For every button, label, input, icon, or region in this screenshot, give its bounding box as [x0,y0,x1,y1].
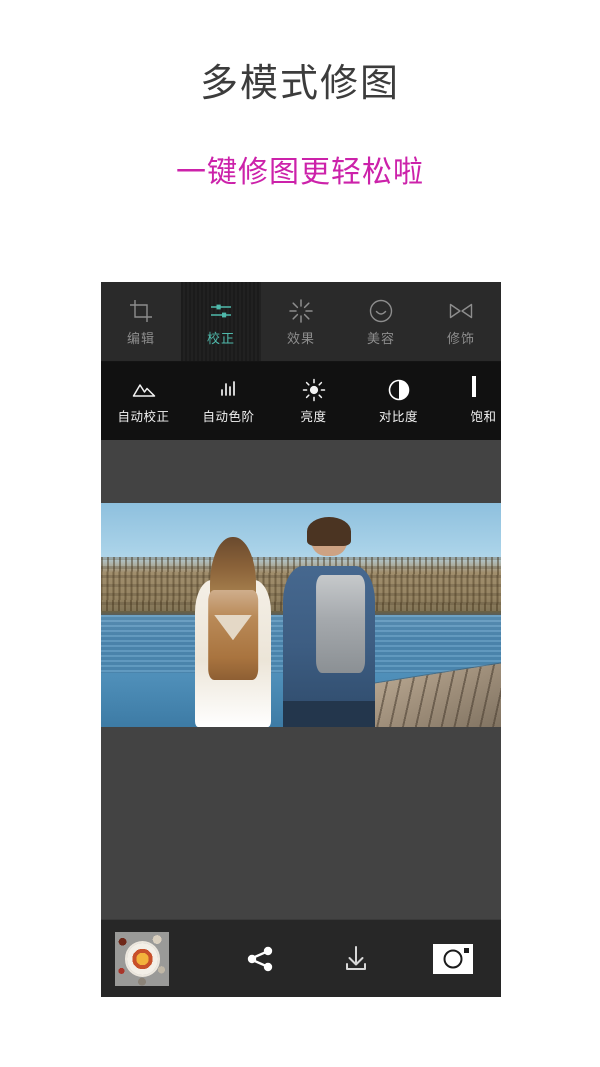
tab-adjust[interactable]: 校正 [181,282,261,361]
photo-thumbnail-button[interactable] [101,931,212,986]
tool-auto-correct-label: 自动校正 [117,410,170,425]
sliders-icon [208,298,234,324]
histogram-levels-icon [217,378,241,402]
thumbnail-food-bowl [126,943,159,975]
promo-subtitle: 一键修图更轻松啦 [176,156,424,189]
photo-woman-backpack [208,589,258,680]
tool-auto-levels[interactable]: 自动色阶 [186,378,271,424]
promo-title: 多模式修图 [199,63,400,105]
tab-edit[interactable]: 编辑 [101,282,181,361]
phone-app-screenshot: 编辑 校正 效果 美容 修饰 自动校正 自动色阶 亮度 对比度 饱和 [101,282,501,997]
tab-retouch-label: 修饰 [446,331,475,346]
photo-man-hair [306,516,352,546]
tool-brightness-label: 亮度 [300,410,327,425]
tool-saturation-label: 饱和 [470,410,497,425]
bottom-action-bar [101,919,501,997]
tab-beauty-label: 美容 [366,331,395,346]
tab-edit-label: 编辑 [126,331,155,346]
tool-contrast[interactable]: 对比度 [356,378,441,424]
sun-brightness-icon [302,378,326,402]
promo-screenshot-page: 多模式修图 一键修图更轻松啦 编辑 校正 效果 美容 修饰 自动校正 自动色阶 … [0,0,600,1067]
camera-icon [432,943,473,974]
tab-retouch[interactable]: 修饰 [421,282,501,361]
download-button[interactable] [308,942,405,976]
smiley-face-icon [368,298,394,324]
saturation-gradient-icon [471,376,496,402]
camera-flash-dot [463,947,469,953]
photo-person-man [281,516,377,727]
photo-man-backpack [315,574,366,674]
camera-button[interactable] [405,943,502,974]
bowtie-retouch-icon [448,298,474,324]
mode-tab-bar: 编辑 校正 效果 美容 修饰 [101,282,501,362]
tool-auto-levels-label: 自动色阶 [202,410,255,425]
download-icon [346,945,367,970]
adjustment-tool-strip[interactable]: 自动校正 自动色阶 亮度 对比度 饱和 [101,362,501,440]
crop-icon [128,298,154,324]
contrast-half-circle-icon [387,378,411,402]
camera-lens [443,949,463,968]
photo-person-woman [193,536,273,727]
tool-contrast-label: 对比度 [378,410,418,425]
photo-canvas[interactable] [101,440,501,919]
tab-effects-label: 效果 [286,331,315,346]
tab-beauty[interactable]: 美容 [341,282,421,361]
sparkle-icon [288,298,314,324]
tool-auto-correct[interactable]: 自动校正 [101,378,186,424]
tab-effects[interactable]: 效果 [261,282,341,361]
share-icon [247,946,272,971]
tool-saturation[interactable]: 饱和 [441,376,501,425]
share-button[interactable] [212,942,309,976]
tool-brightness[interactable]: 亮度 [271,378,356,424]
edited-photo[interactable] [101,503,501,727]
mountain-auto-correct-icon [132,378,156,402]
tab-adjust-label: 校正 [206,331,235,346]
photo-thumbnail [115,931,169,986]
